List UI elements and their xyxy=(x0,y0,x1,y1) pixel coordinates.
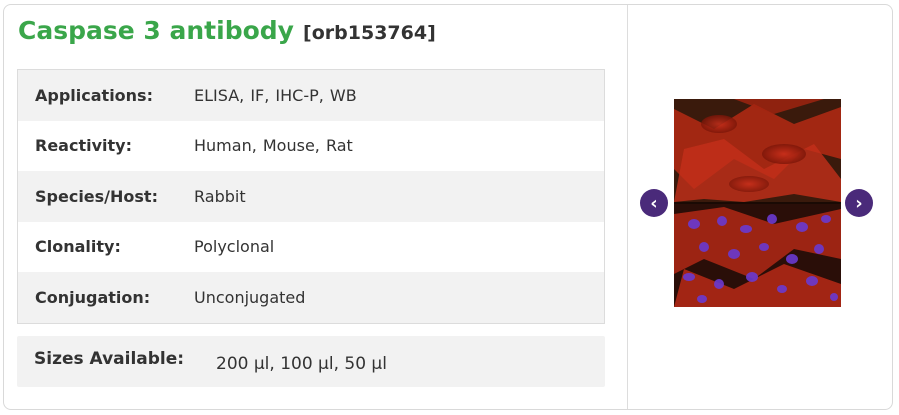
spec-label: Species/Host: xyxy=(35,186,158,206)
spec-row-species-host: Species/Host: Rabbit xyxy=(18,171,604,222)
sizes-available: Sizes Available: 200 µl, 100 µl, 50 µl xyxy=(17,336,605,387)
spec-label: Conjugation: xyxy=(35,287,151,307)
sizes-label: Sizes Available: xyxy=(34,348,185,369)
spec-row-conjugation: Conjugation: Unconjugated xyxy=(18,272,604,323)
gallery-prev-button[interactable]: ‹ xyxy=(640,189,668,217)
spec-table: Applications: ELISA, IF, IHC-P, WB React… xyxy=(17,69,605,324)
gallery-next-button[interactable]: › xyxy=(845,189,873,217)
spec-row-applications: Applications: ELISA, IF, IHC-P, WB xyxy=(18,70,604,121)
spec-row-reactivity: Reactivity: Human, Mouse, Rat xyxy=(18,120,604,171)
product-code: [orb153764] xyxy=(303,22,436,44)
card-divider xyxy=(627,5,628,409)
spec-label: Applications: xyxy=(35,85,153,105)
spec-value: Polyclonal xyxy=(194,237,275,257)
chevron-left-icon: ‹ xyxy=(650,192,658,214)
immunofluorescence-image xyxy=(674,99,841,307)
spec-label: Clonality: xyxy=(35,237,121,257)
spec-value: Rabbit xyxy=(194,186,246,206)
sizes-value: 200 µl, 100 µl, 50 µl xyxy=(216,353,387,374)
product-heading: Caspase 3 antibody [orb153764] xyxy=(18,16,436,45)
product-image[interactable] xyxy=(674,99,841,307)
spec-label: Reactivity: xyxy=(35,136,132,156)
spec-value: Unconjugated xyxy=(194,287,306,307)
spec-value: ELISA, IF, IHC-P, WB xyxy=(194,85,357,105)
product-title: Caspase 3 antibody xyxy=(18,16,294,45)
chevron-right-icon: › xyxy=(855,192,863,214)
spec-value: Human, Mouse, Rat xyxy=(194,136,353,156)
spec-row-clonality: Clonality: Polyclonal xyxy=(18,221,604,272)
